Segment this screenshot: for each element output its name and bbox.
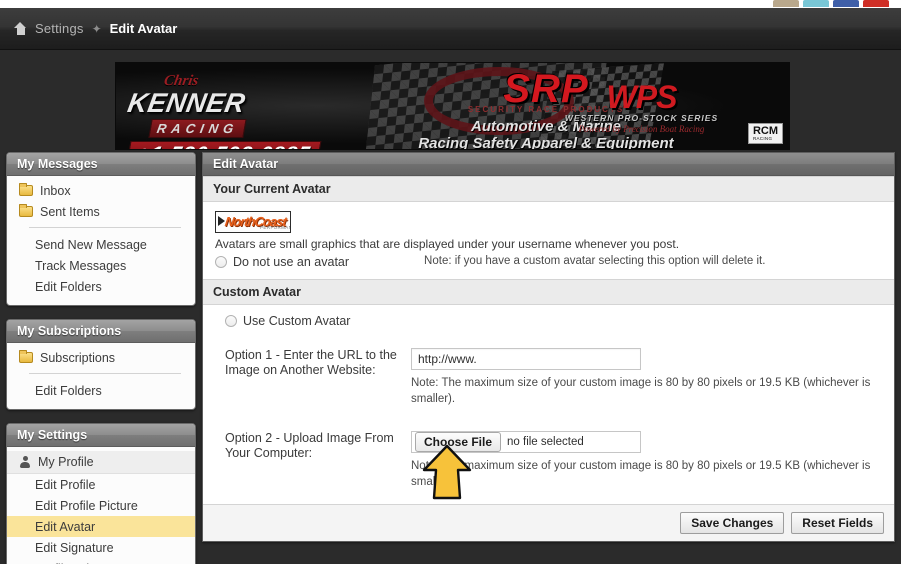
option-2-field-group: Choose File no file selected Note: The m… bbox=[411, 431, 882, 490]
sidebar-item-profile-privacy[interactable]: Profile Privacy bbox=[7, 558, 195, 564]
reset-fields-button[interactable]: Reset Fields bbox=[791, 512, 884, 534]
sidebar-panel-body: Subscriptions Edit Folders bbox=[7, 343, 195, 409]
avatar-url-input[interactable] bbox=[411, 348, 641, 370]
sidebar-item-edit-profile[interactable]: Edit Profile bbox=[7, 474, 195, 495]
sidebar-panel-title: My Messages bbox=[7, 153, 195, 176]
avatar-description: Avatars are small graphics that are disp… bbox=[215, 237, 680, 251]
sidebar-item-label: Edit Folders bbox=[35, 383, 102, 398]
red-toolbar-button[interactable] bbox=[863, 0, 889, 7]
sidebar-divider bbox=[29, 227, 181, 228]
sidebar-item-track-messages[interactable]: Track Messages bbox=[7, 255, 195, 276]
wps-script-text: Powered by Precision Boat Racing bbox=[578, 124, 705, 134]
form-footer: Save Changes Reset Fields bbox=[203, 504, 894, 541]
sidebar-item-label: Edit Profile bbox=[35, 477, 96, 492]
option-1-note: Note: The maximum size of your custom im… bbox=[411, 377, 871, 405]
file-selected-status: no file selected bbox=[507, 436, 584, 448]
breadcrumb-current-page: Edit Avatar bbox=[109, 21, 178, 36]
sidebar-item-edit-avatar[interactable]: Edit Avatar bbox=[7, 516, 195, 537]
choose-file-button[interactable]: Choose File bbox=[415, 432, 502, 452]
sidebar-item-send-new-message[interactable]: Send New Message bbox=[7, 234, 195, 255]
sidebar-panel-title: My Settings bbox=[7, 424, 195, 447]
browser-top-strip bbox=[0, 0, 901, 8]
do-not-use-avatar-note: Note: if you have a custom avatar select… bbox=[424, 255, 766, 267]
option-1-row: Option 1 - Enter the URL to the Image on… bbox=[215, 342, 882, 411]
sidebar-item-subscriptions[interactable]: Subscriptions bbox=[7, 347, 195, 368]
site-banner-ad[interactable]: Chris KENNER RACING +1 530 592 6885 SRP … bbox=[115, 62, 790, 150]
sidebar-item-label: Sent Items bbox=[40, 204, 100, 219]
use-custom-avatar-row: Use Custom Avatar bbox=[215, 314, 882, 328]
page-root: Settings ✦ Edit Avatar Chris KENNER RACI… bbox=[0, 0, 901, 564]
sidebar-item-my-profile[interactable]: My Profile bbox=[7, 451, 195, 474]
wps-logo: WPS WESTERN PRO-STOCK SERIES Powered by … bbox=[554, 81, 729, 134]
sidebar-divider bbox=[29, 373, 181, 374]
option-2-row: Option 2 - Upload Image From Your Comput… bbox=[215, 425, 882, 494]
current-avatar-section-header: Your Current Avatar bbox=[203, 176, 894, 202]
sidebar-item-edit-folders[interactable]: Edit Folders bbox=[7, 276, 195, 297]
option-1-label: Option 1 - Enter the URL to the Image on… bbox=[225, 348, 397, 377]
kenner-main-text: KENNER bbox=[125, 88, 248, 118]
current-avatar-section-body: NorthCoast PERFORMANCE Avatars are small… bbox=[203, 202, 894, 279]
use-custom-avatar-label[interactable]: Use Custom Avatar bbox=[243, 314, 350, 328]
sidebar-item-edit-folders[interactable]: Edit Folders bbox=[7, 380, 195, 401]
sidebar-panel-my-subscriptions: My Subscriptions Subscriptions Edit Folder… bbox=[6, 319, 196, 410]
tan-toolbar-button[interactable] bbox=[773, 0, 799, 7]
sidebar-panel-body: My Profile Edit Profile Edit Profile Pictu… bbox=[7, 447, 195, 564]
content-header: Edit Avatar bbox=[203, 153, 894, 176]
do-not-use-avatar-row: Do not use an avatar Note: if you have a… bbox=[215, 255, 882, 269]
custom-avatar-section-body: Use Custom Avatar Option 1 - Enter the U… bbox=[203, 305, 894, 504]
breadcrumb: Settings ✦ Edit Avatar bbox=[0, 8, 901, 50]
option-2-note: Note: The maximum size of your custom im… bbox=[411, 460, 871, 488]
file-upload-control[interactable]: Choose File no file selected bbox=[411, 431, 641, 453]
sidebar-panel-title: My Subscriptions bbox=[7, 320, 195, 343]
sidebar-item-label: Inbox bbox=[40, 183, 71, 198]
option-2-label: Option 2 - Upload Image From Your Comput… bbox=[225, 431, 394, 460]
cyan-toolbar-button[interactable] bbox=[803, 0, 829, 7]
blue-toolbar-button[interactable] bbox=[833, 0, 859, 7]
user-icon bbox=[19, 456, 31, 468]
folder-icon bbox=[19, 204, 33, 217]
toolbar-button-row bbox=[773, 0, 889, 7]
folder-icon bbox=[19, 350, 33, 363]
sidebar-panel-my-messages: My Messages Inbox Sent Items Send New Messa… bbox=[6, 152, 196, 306]
sidebar-panel-my-settings: My Settings My Profile Edit Profile Edit Pr… bbox=[6, 423, 196, 564]
srp-line-2: Racing Safety Apparel & Equipment bbox=[418, 135, 674, 150]
home-icon[interactable] bbox=[14, 22, 27, 35]
wps-sub-text: WESTERN PRO-STOCK SERIES bbox=[564, 113, 719, 123]
sidebar-panel-body: Inbox Sent Items Send New Message Track Mes… bbox=[7, 176, 195, 305]
rcm-badge-label: RCM bbox=[752, 124, 778, 137]
kenner-sub-text: RACING bbox=[148, 119, 247, 138]
sidebar-item-label: My Profile bbox=[38, 455, 94, 469]
do-not-use-avatar-radio[interactable] bbox=[215, 256, 227, 268]
sidebar-item-label: Edit Avatar bbox=[35, 519, 96, 534]
custom-avatar-section-header: Custom Avatar bbox=[203, 279, 894, 305]
main-content-panel: Edit Avatar Your Current Avatar NorthCoa… bbox=[202, 152, 895, 542]
sidebar-item-label: Subscriptions bbox=[40, 350, 116, 365]
do-not-use-avatar-label[interactable]: Do not use an avatar bbox=[233, 255, 349, 269]
option-1-field-group: Note: The maximum size of your custom im… bbox=[411, 348, 882, 407]
rcm-badge: RCM RACING bbox=[747, 122, 783, 144]
sidebar-item-inbox[interactable]: Inbox bbox=[7, 180, 195, 201]
sidebar-item-edit-profile-picture[interactable]: Edit Profile Picture bbox=[7, 495, 195, 516]
sidebar-item-label: Edit Folders bbox=[35, 279, 102, 294]
sidebar-item-label: Edit Profile Picture bbox=[35, 498, 138, 513]
breadcrumb-settings-link[interactable]: Settings bbox=[35, 21, 84, 36]
sidebar-item-label: Edit Signature bbox=[35, 540, 114, 555]
sidebar-item-edit-signature[interactable]: Edit Signature bbox=[7, 537, 195, 558]
breadcrumb-separator-icon: ✦ bbox=[91, 21, 102, 36]
use-custom-avatar-radio[interactable] bbox=[225, 315, 237, 327]
current-avatar-image: NorthCoast PERFORMANCE bbox=[215, 211, 291, 233]
sidebar-item-sent-items[interactable]: Sent Items bbox=[7, 201, 195, 222]
sidebar-item-label: Send New Message bbox=[35, 237, 147, 252]
wps-main-text: WPS bbox=[606, 79, 678, 115]
sidebar-item-label: Track Messages bbox=[35, 258, 127, 273]
kenner-racing-logo: Chris KENNER RACING +1 530 592 6885 bbox=[125, 73, 368, 149]
sidebar: My Messages Inbox Sent Items Send New Messa… bbox=[6, 152, 196, 564]
save-changes-button[interactable]: Save Changes bbox=[680, 512, 785, 534]
kenner-phone-number: +1 530 592 6885 bbox=[125, 141, 322, 149]
rcm-badge-sub: RACING bbox=[752, 135, 773, 141]
avatar-logo-sub: PERFORMANCE bbox=[260, 225, 290, 230]
folder-icon bbox=[19, 183, 33, 196]
